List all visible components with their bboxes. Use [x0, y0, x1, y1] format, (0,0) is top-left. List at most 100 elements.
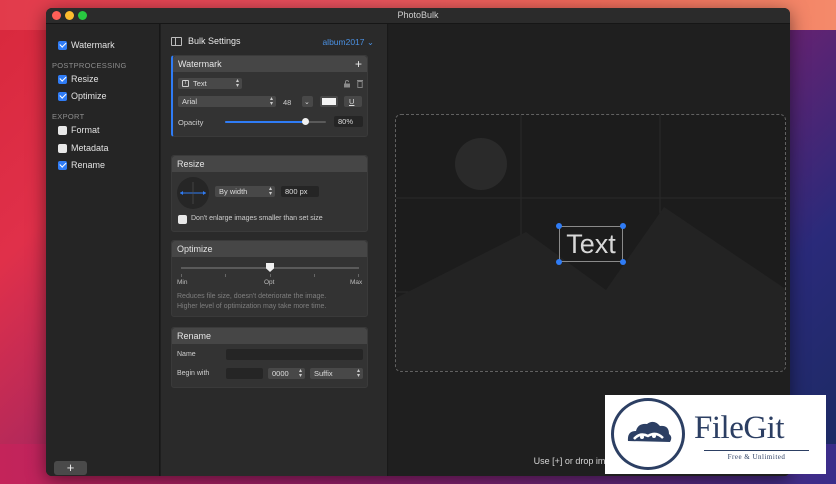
sidebar-item-watermark[interactable]: Watermark	[58, 38, 115, 52]
select-arrows-icon: ▴ ▾	[235, 78, 239, 89]
add-watermark-icon[interactable]: +	[355, 56, 362, 72]
rename-counter-select[interactable]: 0000 ▴ ▾	[268, 368, 305, 379]
opacity-slider[interactable]	[225, 118, 326, 125]
optimize-min-label: Min	[177, 279, 188, 286]
watermark-section-title: Watermark	[178, 59, 222, 69]
text-type-icon: T	[182, 80, 189, 87]
settings-title: Bulk Settings	[188, 36, 241, 46]
optimize-ticks	[181, 274, 359, 277]
watermark-text-preview[interactable]: Text	[559, 226, 623, 262]
optimize-help-line-1: Reduces file size, doesn't deteriorate t…	[177, 293, 327, 300]
slider-tick	[181, 274, 182, 277]
optimize-help-line-2: Higher level of optimization may take mo…	[177, 302, 327, 310]
watermark-section: Watermark + T Text ▴ ▾ Arial ▴ ▾ 48 ⌄ U …	[171, 55, 368, 137]
resize-mode-select[interactable]: By width ▴ ▾	[215, 186, 275, 197]
optimize-section-title: Optimize	[177, 244, 213, 254]
resize-mode-value: By width	[219, 187, 248, 196]
font-value: Arial	[182, 97, 198, 106]
slider-tick	[270, 274, 271, 277]
sidebar-item-resize[interactable]: Resize	[58, 72, 99, 86]
optimize-max-label: Max	[350, 279, 363, 286]
dont-enlarge-checkbox[interactable]	[178, 215, 187, 224]
cloud-shake-icon	[627, 421, 672, 442]
underline-button[interactable]: U	[344, 96, 362, 107]
settings-header: Bulk Settings	[171, 36, 241, 46]
select-arrows-icon: ▴ ▾	[356, 368, 360, 379]
optimize-section-header: Optimize	[172, 241, 367, 257]
opacity-field[interactable]: 80%	[334, 116, 363, 127]
resize-preview-icon	[177, 177, 209, 209]
rename-name-label: Name	[177, 351, 196, 358]
lock-icon[interactable]	[343, 80, 351, 88]
resize-checkbox[interactable]	[58, 74, 67, 84]
metadata-checkbox[interactable]	[58, 143, 67, 153]
optimize-checkbox[interactable]	[58, 91, 67, 101]
slider-tick	[314, 274, 315, 277]
optimize-section: Optimize Min Opt Max Reduces file size, …	[171, 240, 368, 317]
sidebar-item-optimize[interactable]: Optimize	[58, 89, 107, 103]
opacity-slider-knob[interactable]	[302, 118, 310, 125]
sidebar-item-metadata[interactable]: Metadata	[58, 141, 109, 155]
optimize-slider-knob[interactable]	[266, 263, 274, 272]
rename-section-header: Rename	[172, 328, 367, 344]
font-size-value[interactable]: 48	[283, 98, 291, 107]
select-arrows-icon: ▴ ▾	[298, 368, 302, 379]
resize-handle[interactable]	[556, 259, 562, 265]
sidebar-item-label: Metadata	[71, 143, 109, 153]
opacity-label: Opacity	[178, 118, 204, 127]
rename-begin-field[interactable]	[226, 368, 263, 379]
sidebar-item-label: Resize	[71, 74, 99, 84]
dont-enlarge-label: Don't enlarge images smaller than set si…	[191, 215, 323, 222]
sidebar-item-label: Rename	[71, 160, 106, 170]
opacity-slider-fill	[225, 121, 306, 123]
sidebar-item-format[interactable]: Format	[58, 123, 100, 137]
resize-handle[interactable]	[620, 223, 626, 229]
watermark-type-value: Text	[193, 79, 207, 88]
sidebar: Watermark POSTPROCESSING Resize Optimize…	[46, 24, 160, 476]
bulk-settings-panel: Bulk Settings album2017 ⌄ Watermark + T …	[161, 24, 388, 476]
filegit-brand: FileGit	[694, 410, 785, 446]
font-select[interactable]: Arial ▴ ▾	[178, 96, 276, 107]
image-drop-zone[interactable]: Text	[395, 114, 786, 372]
resize-section-title: Resize	[177, 159, 205, 169]
font-size-dropdown[interactable]: ⌄	[302, 96, 313, 107]
chevron-down-icon: ⌄	[304, 99, 310, 106]
watermark-type-select[interactable]: T Text ▴ ▾	[178, 78, 242, 89]
export-header: EXPORT	[52, 112, 85, 121]
slider-tick	[358, 274, 359, 277]
titlebar: PhotoBulk	[46, 8, 790, 24]
rename-begin-label: Begin with	[177, 370, 210, 377]
rename-checkbox[interactable]	[58, 160, 67, 170]
sidebar-item-label: Format	[71, 125, 100, 135]
filegit-logo-circle	[611, 398, 685, 470]
select-arrows-icon: ▴ ▾	[268, 186, 272, 197]
resize-section-header: Resize	[172, 156, 367, 172]
select-arrows-icon: ▴ ▾	[269, 96, 273, 107]
rename-counter-value: 0000	[272, 369, 289, 378]
optimize-slider[interactable]	[181, 263, 359, 272]
add-images-button[interactable]: +	[54, 461, 87, 475]
optimize-opt-label: Opt	[264, 279, 275, 286]
trash-icon[interactable]	[356, 79, 364, 88]
sidebar-item-label: Optimize	[71, 91, 107, 101]
sidebar-item-label: Watermark	[71, 40, 115, 50]
color-well[interactable]	[320, 96, 338, 107]
resize-handle[interactable]	[620, 259, 626, 265]
postprocessing-header: POSTPROCESSING	[52, 61, 127, 70]
watermark-section-header: Watermark +	[173, 56, 367, 72]
window-title: PhotoBulk	[397, 10, 439, 20]
preset-selector[interactable]: album2017 ⌄	[322, 37, 374, 48]
resize-width-field[interactable]: 800 px	[281, 186, 319, 197]
rename-name-field[interactable]	[226, 349, 363, 360]
sidebar-toggle-icon[interactable]	[171, 36, 182, 46]
slider-tick	[225, 274, 226, 277]
resize-handle[interactable]	[556, 223, 562, 229]
sidebar-item-rename[interactable]: Rename	[58, 158, 105, 172]
rename-section: Rename Name Begin with 0000 ▴ ▾ Suffix ▴ ▾	[171, 327, 368, 388]
color-swatch	[322, 98, 336, 105]
watermark-checkbox[interactable]	[58, 40, 67, 50]
rename-position-select[interactable]: Suffix ▴ ▾	[310, 368, 363, 379]
format-checkbox[interactable]	[58, 125, 67, 135]
filegit-badge: FileGit Free & Unlimited	[605, 395, 826, 474]
resize-section: Resize By width ▴ ▾ 800 px Don't enlarge …	[171, 155, 368, 232]
